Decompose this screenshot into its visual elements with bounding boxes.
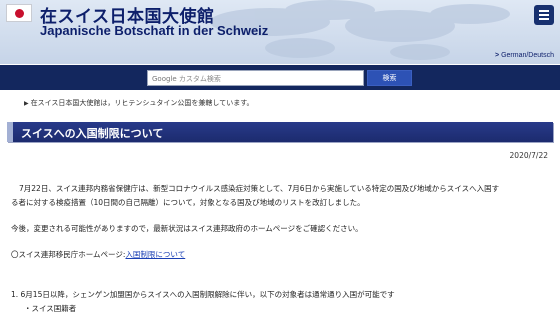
notice-prefix: 在スイス日本国大使館は， — [30, 99, 115, 107]
chevron-right-icon: > — [494, 52, 500, 59]
triangle-bullet-icon: ▶ — [24, 100, 29, 107]
hamburger-menu-button[interactable] — [534, 5, 554, 25]
section-title: スイスへの入国制限について — [21, 127, 164, 140]
paragraph-2: 今後，変更される可能性がありますので，最新状況はスイス連邦政府のホームページをご… — [11, 224, 363, 233]
language-link-label: German/Deutsch — [501, 52, 554, 59]
paragraph-1-line-2: る者に対する検疫措置（10日間の自己隔離）について，対象となる国及び地域のリスト… — [11, 198, 365, 207]
paragraph-1-line-1: 7月22日、スイス連邦内務省保健庁は、新型コロナウイルス感染症対策として、7月6… — [11, 182, 499, 195]
japan-flag-icon — [6, 4, 32, 22]
notice-text: ▶ 在スイス日本国大使館は，リヒテンシュタイン公国を兼轄しています。 — [24, 98, 254, 108]
search-button[interactable]: 検索 — [367, 70, 412, 86]
site-header: 在スイス日本国大使館 Japanische Botschaft in der S… — [0, 0, 560, 64]
link-prefix: 〇スイス連邦移民庁ホームページ: — [11, 250, 126, 259]
google-label: Google — [152, 75, 177, 83]
site-title-german[interactable]: Japanische Botschaft in der Schweiz — [40, 23, 268, 38]
search-placeholder: カスタム検索 — [178, 75, 221, 83]
section-heading: スイスへの入国制限について — [7, 122, 553, 142]
immigration-link-line: 〇スイス連邦移民庁ホームページ:入国制限について — [11, 248, 185, 261]
list-subitem-swiss-nationals: ・スイス国籍者 — [24, 304, 77, 313]
list-item-1: 1. 6月15日以降，シェンゲン加盟国からスイスへの入国制限解除に伴い，以下の対… — [11, 290, 395, 299]
language-switch-link[interactable]: > German/Deutsch — [495, 52, 554, 59]
search-bar: Google カスタム検索 検索 — [0, 65, 560, 90]
search-input[interactable]: Google カスタム検索 — [147, 70, 364, 86]
paragraph-1a: 7月22日、スイス連邦内務省保健庁は、新型コロナウイルス感染症対策として、7月6… — [19, 184, 500, 193]
notice-body: リヒテンシュタイン公国を兼轄しています。 — [114, 99, 254, 107]
publish-date: 2020/7/22 — [509, 151, 548, 160]
entry-restriction-link[interactable]: 入国制限について — [125, 250, 185, 259]
